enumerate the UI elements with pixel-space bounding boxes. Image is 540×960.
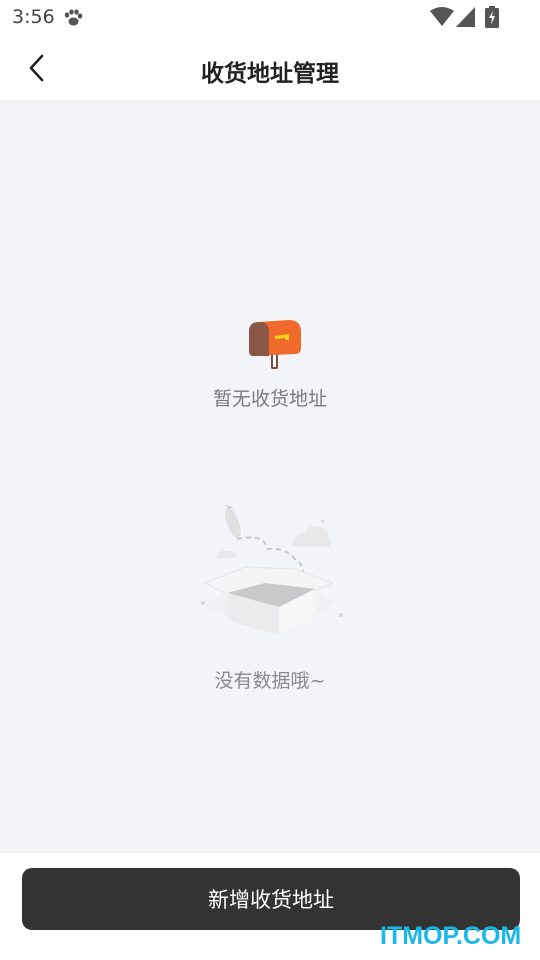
mailbox-icon: [249, 320, 301, 369]
empty-box-illustration: [201, 505, 343, 635]
wifi-icon: [430, 7, 454, 26]
status-time: 3:56: [12, 6, 55, 28]
status-bar: 3:56: [0, 0, 540, 36]
battery-icon: [485, 6, 499, 28]
signal-icon: [456, 7, 475, 27]
add-address-button[interactable]: 新增收货地址: [22, 868, 520, 930]
page-title: 收货地址管理: [201, 61, 339, 87]
paw-icon: [64, 9, 83, 26]
header: 收货地址管理: [0, 36, 540, 100]
watermark-text: ITMOP.COM: [380, 922, 522, 950]
no-address-text: 暂无收货地址: [212, 388, 327, 410]
content-area: [0, 100, 540, 853]
no-data-text: 没有数据哦~: [214, 670, 326, 692]
